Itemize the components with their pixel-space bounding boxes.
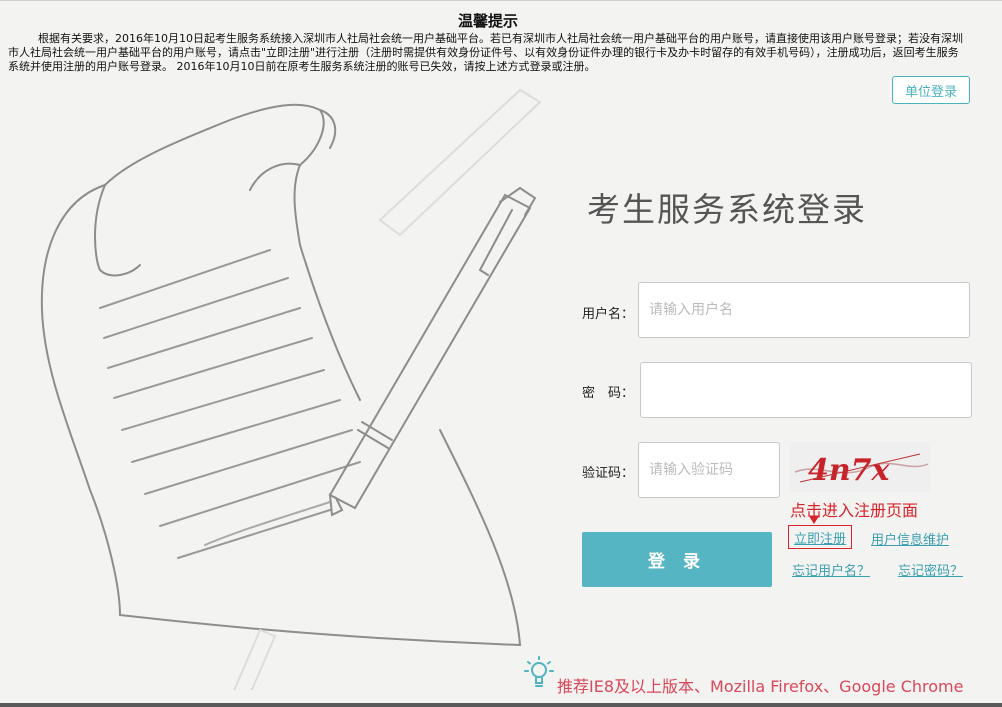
forgot-password-link[interactable]: 忘记密码？ [898, 560, 963, 579]
browser-recommendation: 推荐IE8及以上版本、Mozilla Firefox、Google Chrome [557, 677, 964, 696]
notice-title: 温馨提示 [457, 12, 518, 30]
captcha-image[interactable]: 4n7x [790, 442, 930, 492]
captcha-input[interactable] [638, 442, 780, 498]
notice-panel: 温馨提示 根据有关要求，2016年10月10日起考生服务系统接入深圳市人社局社会… [8, 10, 968, 74]
username-label: 用户名： [582, 307, 635, 322]
hint-arrow [809, 516, 819, 524]
password-input[interactable] [640, 362, 972, 418]
register-link[interactable]: 立即注册 [788, 525, 852, 549]
paper-pen-illustration [40, 88, 542, 690]
notice-text: 根据有关要求，2016年10月10日起考生服务系统接入深圳市人社局社会统一用户基… [8, 32, 963, 73]
captcha-label: 验证码： [582, 466, 635, 481]
unit-login-button[interactable]: 单位登录 [892, 76, 970, 104]
login-button[interactable]: 登 录 [582, 532, 772, 587]
username-input[interactable] [638, 282, 970, 338]
password-label: 密 码： [582, 386, 635, 401]
lightbulb-icon [524, 656, 554, 687]
login-title: 考生服务系统登录 [587, 190, 867, 229]
forgot-username-link[interactable]: 忘记用户名？ [792, 560, 870, 579]
user-info-link[interactable]: 用户信息维护 [871, 529, 949, 548]
